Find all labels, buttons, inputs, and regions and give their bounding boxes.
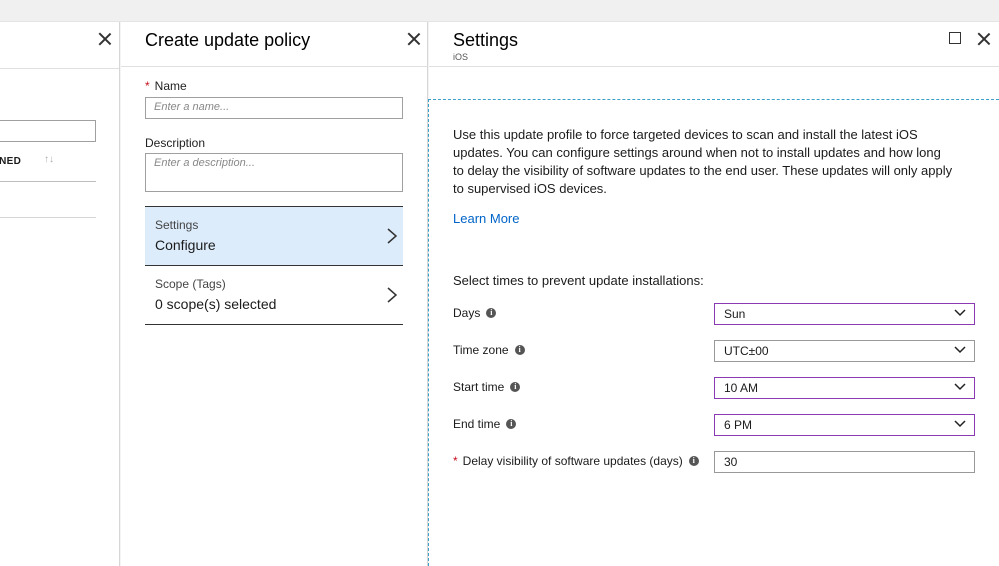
column-header-assigned[interactable]: GNED: [0, 156, 21, 167]
previous-blade: GNED ↑↓: [0, 22, 120, 566]
settings-nav-title: Settings: [155, 218, 199, 232]
days-label: Days i: [453, 306, 497, 320]
delay-days-input[interactable]: 30: [714, 451, 975, 473]
days-select[interactable]: Sun: [714, 303, 975, 325]
name-input[interactable]: Enter a name...: [145, 97, 403, 119]
header-divider: [429, 66, 999, 67]
start-time-select[interactable]: 10 AM: [714, 377, 975, 399]
end-time-label: End time i: [453, 417, 517, 431]
start-time-label: Start time i: [453, 380, 521, 394]
end-time-select[interactable]: 6 PM: [714, 414, 975, 436]
chevron-right-icon: [387, 287, 398, 303]
delay-visibility-label: * Delay visibility of software updates (d…: [453, 454, 699, 468]
close-icon[interactable]: [977, 32, 991, 46]
time-zone-select[interactable]: UTC±00: [714, 340, 975, 362]
blade-title: Settings: [453, 30, 519, 50]
settings-blade: Settings iOS Use this update profile to …: [428, 22, 999, 566]
nav-divider: [145, 324, 403, 325]
filter-input[interactable]: [0, 120, 96, 142]
table-row-divider: [0, 217, 96, 218]
sort-icon[interactable]: ↑↓: [44, 154, 54, 165]
description-input[interactable]: Enter a description...: [145, 153, 403, 192]
info-icon[interactable]: i: [514, 345, 525, 355]
info-icon[interactable]: i: [486, 308, 497, 318]
table-header-divider: [0, 181, 96, 182]
chevron-down-icon: [954, 383, 966, 391]
blade-title: Create update policy: [145, 30, 311, 50]
scope-nav-value: 0 scope(s) selected: [155, 296, 277, 312]
scope-tags-nav-row[interactable]: Scope (Tags) 0 scope(s) selected: [145, 266, 403, 325]
settings-nav-row[interactable]: Settings Configure: [145, 207, 403, 266]
required-indicator: *: [453, 454, 458, 468]
info-icon[interactable]: i: [506, 419, 517, 429]
header-divider: [0, 68, 119, 69]
chevron-down-icon: [954, 420, 966, 428]
header-divider: [121, 66, 427, 67]
chevron-down-icon: [954, 346, 966, 354]
create-update-policy-blade: Create update policy * Name Enter a name.…: [121, 22, 428, 566]
settings-description: Use this update profile to force targete…: [453, 127, 953, 196]
maximize-icon[interactable]: [949, 32, 961, 44]
close-icon[interactable]: [407, 32, 421, 46]
time-zone-label: Time zone i: [453, 343, 525, 357]
scope-nav-title: Scope (Tags): [155, 277, 226, 291]
name-label: * Name: [145, 79, 187, 93]
info-icon[interactable]: i: [510, 382, 521, 392]
chevron-down-icon: [954, 309, 966, 317]
learn-more-link[interactable]: Learn More: [453, 211, 519, 226]
info-icon[interactable]: i: [688, 456, 699, 466]
section-heading: Select times to prevent update installat…: [453, 273, 704, 288]
portal-top-bar: [0, 0, 999, 22]
close-icon[interactable]: [98, 32, 112, 46]
required-indicator: *: [145, 79, 150, 93]
settings-nav-value: Configure: [155, 237, 216, 253]
blade-subtitle: iOS: [453, 52, 469, 62]
description-label: Description: [145, 136, 206, 150]
chevron-right-icon: [387, 228, 398, 244]
